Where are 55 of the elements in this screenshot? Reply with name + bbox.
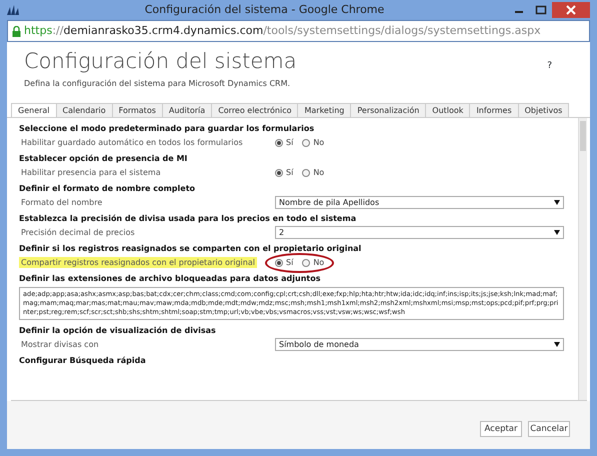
section-heading: Definir el formato de nombre completo	[19, 183, 196, 194]
close-icon[interactable]	[552, 2, 590, 18]
field-label: Mostrar divisas con	[20, 338, 100, 350]
field-label: Formato del nombre	[20, 196, 104, 208]
tab[interactable]: Auditoría	[162, 103, 212, 118]
field-label: Habilitar guardado automático en todos los formularios	[20, 136, 244, 148]
radio-button[interactable]	[302, 168, 310, 177]
section-heading: Definir si los registros reasignados se comparten con el propietario original	[19, 243, 362, 254]
section-heading: Seleccione el modo predeterminado para guardar los formularios	[19, 123, 316, 134]
address-bar[interactable]: https://demianrasko35.crm4.dynamics.com/tools/systemsettings/dialogs/systemsettings.aspx	[7, 20, 590, 42]
tab[interactable]: Formatos	[112, 103, 163, 118]
section-heading: Definir las extensiones de archivo bloqueadas para datos adjuntos	[19, 273, 322, 284]
field-label: Compartir registros reasignados con el propietario original	[19, 256, 257, 268]
dropdown[interactable]: Nombre de pila Apellidos	[275, 196, 564, 210]
radio-button[interactable]	[302, 258, 310, 267]
tab[interactable]: Personalización	[350, 103, 426, 118]
dropdown[interactable]: Símbolo de moneda	[275, 338, 564, 352]
button[interactable]: Cancelar	[528, 421, 570, 437]
url-text: https://demianrasko35.crm4.dynamics.com/tools/systemsettings/dialogs/systemsettings.aspx	[24, 22, 541, 39]
radio-label: No	[313, 166, 324, 179]
section-heading: Configurar Búsqueda rápida	[19, 355, 147, 366]
page-subtitle: Defina la configuración del sistema para Microsoft Dynamics CRM.	[24, 78, 292, 90]
app-logo-icon	[7, 5, 21, 15]
help-link[interactable]: ?	[547, 60, 552, 72]
radio-label: Sí	[286, 256, 294, 269]
scrollbar-thumb[interactable]	[580, 121, 586, 152]
caret-icon	[554, 342, 560, 348]
tab[interactable]: Objetivos	[518, 103, 570, 118]
tab[interactable]: Correo electrónico	[211, 103, 298, 118]
radio-label: Sí	[286, 166, 294, 179]
scrollbar[interactable]	[578, 118, 587, 400]
radio-button[interactable]	[275, 258, 283, 267]
dropdown[interactable]: 2	[275, 226, 564, 240]
tab[interactable]: Outlook	[425, 103, 470, 118]
caret-icon	[554, 200, 560, 206]
field-label: Precisión decimal de precios	[20, 226, 136, 238]
tab[interactable]: Marketing	[297, 103, 352, 118]
page-title: Configuración del sistema	[24, 50, 297, 74]
tab[interactable]: Calendario	[56, 103, 113, 118]
radio-label: Sí	[286, 136, 294, 149]
tab[interactable]: Informes	[469, 103, 519, 118]
window-title: Configuración del sistema - Google Chrome	[144, 2, 386, 18]
radio-label: No	[313, 256, 324, 269]
field-label: Habilitar presencia para el sistema	[20, 166, 162, 178]
radio-label: No	[313, 136, 324, 149]
radio-button[interactable]	[302, 138, 310, 147]
section-heading: Definir la opción de visualización de divisas	[19, 325, 217, 336]
radio-button[interactable]	[275, 168, 283, 177]
radio-button[interactable]	[275, 138, 283, 147]
section-heading: Establecer opción de presencia de MI	[19, 153, 188, 164]
section-heading: Establezca la precisión de divisa usada para los precios en todo el sistema	[19, 213, 358, 224]
tab[interactable]: General	[11, 103, 57, 118]
caret-icon	[554, 230, 560, 236]
button[interactable]: Aceptar	[480, 421, 522, 437]
lock-icon	[12, 26, 21, 36]
